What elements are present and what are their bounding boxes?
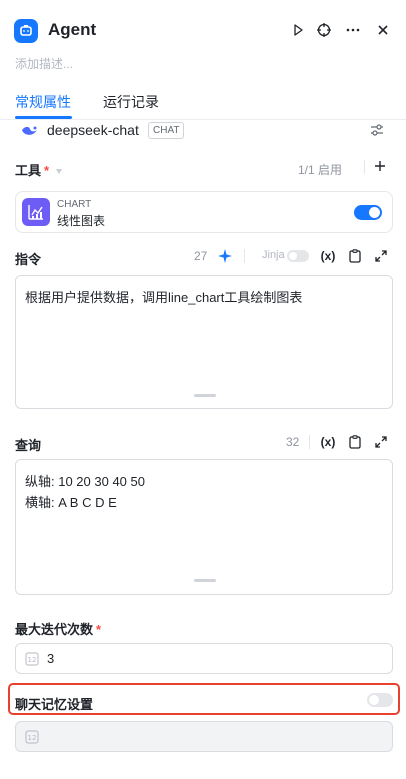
tool-name: 线性图表 — [57, 214, 106, 228]
query-editor[interactable]: 纵轴: 10 20 30 40 50 横轴: A B C D E — [15, 459, 393, 595]
tools-label: 工具 * — [15, 160, 62, 179]
resize-handle[interactable] — [194, 394, 216, 397]
required-mark: * — [96, 622, 102, 637]
close-icon[interactable] — [372, 19, 394, 41]
instruction-text: 根据用户提供数据，调用line_chart工具绘制图表 — [25, 290, 303, 305]
node-header: Agent — [0, 0, 406, 62]
memory-highlight-box — [8, 683, 400, 715]
query-count: 32 — [286, 435, 300, 449]
more-icon[interactable] — [342, 19, 364, 41]
tab-run-log[interactable]: 运行记录 — [103, 92, 159, 112]
tool-item[interactable]: CHART 线性图表 — [15, 191, 393, 233]
max-iterations-label: 最大迭代次数 * — [15, 619, 101, 638]
insert-variable-icon[interactable]: (x) — [319, 433, 337, 451]
query-label: 查询 — [15, 438, 42, 453]
query-text: 纵轴: 10 20 30 40 50 横轴: A B C D E — [25, 471, 145, 513]
copy-icon[interactable] — [346, 433, 364, 451]
number-icon: 12 — [25, 730, 39, 744]
copy-icon[interactable] — [346, 247, 364, 265]
model-settings-icon[interactable] — [370, 123, 384, 142]
tools-enabled-count: 1/1 启用 — [298, 163, 343, 177]
query-line: 横轴: A B C D E — [25, 495, 117, 510]
model-selector[interactable]: deepseek-chat CHAT — [15, 118, 393, 144]
max-iterations-input[interactable]: 12 3 — [15, 643, 393, 674]
tab-bar: 常规属性 运行记录 — [0, 88, 406, 120]
required-mark: * — [44, 163, 50, 178]
run-button[interactable] — [287, 19, 309, 41]
jinja-toggle[interactable] — [287, 250, 309, 262]
svg-text:12: 12 — [28, 734, 37, 742]
ai-sparkle-icon[interactable] — [217, 248, 233, 269]
number-icon: 12 — [25, 652, 39, 666]
max-iterations-label-text: 最大迭代次数 — [15, 622, 94, 637]
jinja-label: Jinja — [262, 249, 285, 261]
memory-window-input[interactable]: 12 — [15, 721, 393, 752]
agent-icon — [14, 19, 38, 43]
model-name: deepseek-chat — [47, 122, 139, 138]
model-tag: CHAT — [148, 122, 185, 139]
insert-variable-icon[interactable]: (x) — [319, 247, 337, 265]
divider — [364, 160, 365, 174]
expand-icon[interactable] — [372, 247, 390, 265]
max-iterations-value: 3 — [47, 651, 55, 666]
tool-type: CHART — [57, 199, 92, 210]
expand-icon[interactable] — [372, 433, 390, 451]
node-title: Agent — [48, 20, 97, 39]
resize-handle[interactable] — [194, 579, 216, 582]
instruction-label: 指令 — [15, 252, 42, 267]
instruction-editor[interactable]: 根据用户提供数据，调用line_chart工具绘制图表 — [15, 275, 393, 409]
divider — [309, 435, 310, 449]
locate-icon[interactable] — [313, 19, 335, 41]
svg-text:12: 12 — [28, 656, 37, 664]
tool-enabled-toggle[interactable] — [354, 205, 382, 220]
deepseek-logo-icon — [21, 124, 39, 143]
description-input[interactable]: 添加描述... — [15, 55, 73, 72]
tab-general[interactable]: 常规属性 — [15, 92, 71, 112]
add-tool-button[interactable] — [372, 158, 388, 174]
instruction-count: 27 — [194, 249, 208, 263]
tools-label-text: 工具 — [15, 163, 42, 178]
chart-icon — [22, 198, 50, 226]
chevron-down-icon[interactable] — [55, 169, 62, 175]
divider — [244, 249, 245, 263]
query-line: 纵轴: 10 20 30 40 50 — [25, 474, 145, 489]
